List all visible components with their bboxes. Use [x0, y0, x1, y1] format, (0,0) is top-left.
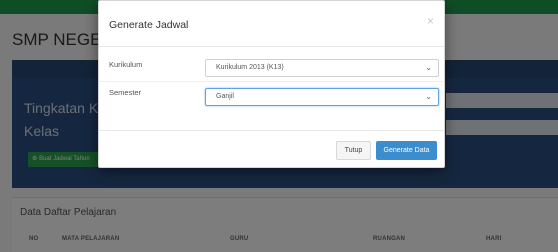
- kurikulum-select[interactable]: Kurikulum 2013 (K13) ⌄: [205, 59, 439, 77]
- generate-data-button[interactable]: Generate Data: [376, 141, 437, 160]
- semester-label: Semester: [109, 88, 142, 97]
- modal-footer-divider: [99, 130, 444, 131]
- semester-select[interactable]: Ganjil ⌄: [205, 88, 439, 106]
- chevron-down-icon: ⌄: [425, 92, 432, 101]
- semester-value: Ganjil: [216, 93, 234, 100]
- kurikulum-label: Kurikulum: [109, 60, 143, 69]
- modal-title: Generate Jadwal: [109, 19, 189, 31]
- modal-header: Generate Jadwal ×: [99, 1, 444, 47]
- generate-jadwal-modal: Generate Jadwal × Kurikulum Kurikulum 20…: [98, 0, 445, 168]
- tutup-button[interactable]: Tutup: [336, 141, 371, 160]
- row-divider: [99, 81, 444, 82]
- kurikulum-value: Kurikulum 2013 (K13): [216, 64, 284, 71]
- close-icon[interactable]: ×: [427, 14, 434, 28]
- chevron-down-icon: ⌄: [425, 63, 432, 72]
